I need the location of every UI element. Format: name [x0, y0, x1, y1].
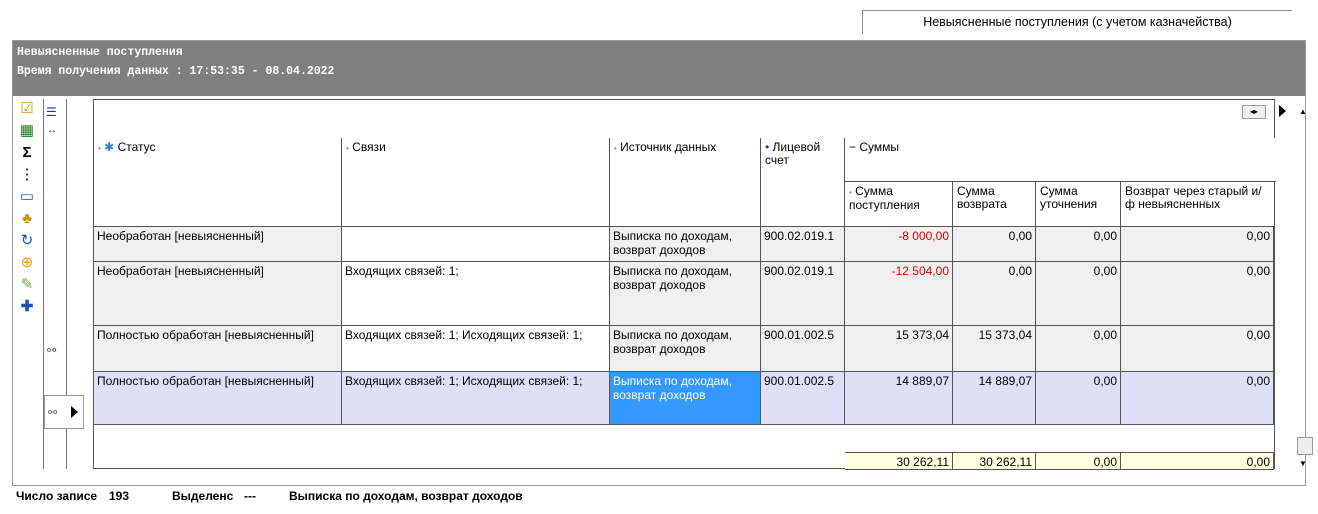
cell-links: Входящих связей: 1; Исходящих связей: 1; [342, 372, 610, 425]
row-indicator-gutter: ☰ ↔ ⚯ ⚯ [43, 99, 84, 469]
header-sums-label: Суммы [859, 140, 900, 154]
data-grid: ◂▸ • ✱ Статус • Связи • Источник данных … [93, 99, 1276, 470]
horizontal-scroll-arrows[interactable]: ◂▸ [1242, 105, 1266, 119]
window-icon[interactable]: ▭ [15, 187, 39, 207]
cell-sum-clar: 0,00 [1036, 227, 1121, 262]
total-sum-ret: 30 262,11 [953, 452, 1036, 470]
header-sum-clar[interactable]: Сумма уточнения [1036, 182, 1121, 227]
cell-sum-old: 0,00 [1121, 262, 1274, 326]
vertical-scrollbar[interactable]: ▲ ▼ [1297, 101, 1313, 471]
cell-sum-in: -12 504,00 [845, 262, 953, 326]
data-time: Время получения данных : 17:53:35 - 08.0… [17, 65, 335, 78]
bell-icon[interactable]: ♣ [15, 209, 39, 229]
sort-dot-icon: • [765, 140, 770, 154]
excel-icon[interactable]: ▦ [15, 121, 39, 141]
cell-sum-in: -8 000,00 [845, 227, 953, 262]
total-sum-clar: 0,00 [1036, 452, 1121, 470]
header-source[interactable]: • Источник данных [610, 138, 761, 227]
header-status-label: Статус [117, 140, 156, 154]
filter-icon: ✱ [104, 140, 115, 154]
cell-status: Полностью обработан [невыясненный] [94, 372, 342, 425]
cell-account: 900.01.002.5 [761, 372, 845, 425]
cell-source: Выписка по доходам, возврат доходов [610, 262, 761, 326]
header-source-label: Источник данных [620, 140, 717, 154]
status-bar: Число записе 193 Выделенс --- Выписка по… [12, 486, 1306, 508]
brush-icon[interactable]: ✎ [15, 275, 39, 295]
header-links[interactable]: • Связи [342, 138, 610, 227]
cell-sum-old: 0,00 [1121, 372, 1274, 425]
cell-status: Необработан [невыясненный] [94, 262, 342, 326]
cell-links: Входящих связей: 1; [342, 262, 610, 326]
sort-dot-icon: • [614, 144, 617, 153]
link-icon: ⚯ [48, 407, 58, 419]
cell-sum-clar: 0,00 [1036, 372, 1121, 425]
tree-icon[interactable]: ⋮ [15, 165, 39, 185]
cell-sum-old: 0,00 [1121, 326, 1274, 372]
header-account[interactable]: • Лицевой счет [761, 138, 845, 227]
header-sum-old[interactable]: Возврат через старый и/ф невыясненных [1121, 182, 1274, 227]
cell-status: Полностью обработан [невыясненный] [94, 326, 342, 372]
scroll-up-icon[interactable]: ▲ [1299, 107, 1307, 116]
header-sum-old-label: Возврат через старый и/ф невыясненных [1125, 184, 1262, 211]
expand-columns-icon[interactable]: ↔ [47, 125, 57, 136]
header-sum-in-label: Сумма поступления [849, 184, 920, 212]
refresh-icon[interactable]: ↻ [15, 231, 39, 251]
cell-account: 900.02.019.1 [761, 262, 845, 326]
cell-sum-old: 0,00 [1121, 227, 1274, 262]
panel-header: Невыясненные поступления Время получения… [13, 41, 1305, 96]
current-row-indicator: ⚯ [44, 395, 84, 429]
panel-title: Невыясненные поступления [17, 46, 183, 59]
column-chooser-icon[interactable]: ☰ [46, 105, 57, 119]
header-sum-ret-label: Сумма возврата [957, 184, 1007, 211]
sort-dot-icon: • [849, 188, 852, 197]
link-icon: ⚯ [47, 345, 57, 357]
add-icon[interactable]: ✚ [15, 297, 39, 317]
header-sum-ret[interactable]: Сумма возврата [953, 182, 1036, 227]
header-sum-clar-label: Сумма уточнения [1040, 184, 1098, 211]
scroll-thumb[interactable] [1297, 437, 1313, 455]
scroll-down-icon[interactable]: ▼ [1299, 459, 1307, 468]
cell-sum-ret: 0,00 [953, 262, 1036, 326]
header-sum-in[interactable]: • Сумма поступления [845, 182, 953, 227]
cell-sum-clar: 0,00 [1036, 326, 1121, 372]
checklist-icon[interactable]: ☑ [15, 99, 39, 119]
header-status[interactable]: • ✱ Статус [94, 138, 342, 227]
side-toolbar: ☑ ▦ Σ ⋮ ▭ ♣ ↻ ⊕ ✎ ✚ [13, 99, 43, 469]
cell-sum-in: 15 373,04 [845, 326, 953, 372]
selected-value: --- [244, 489, 256, 503]
cell-sum-clar: 0,00 [1036, 262, 1121, 326]
cell-source: Выписка по доходам, возврат доходов [610, 326, 761, 372]
cell-links [342, 227, 610, 262]
cell-sum-ret: 15 373,04 [953, 326, 1036, 372]
cell-links: Входящих связей: 1; Исходящих связей: 1; [342, 326, 610, 372]
total-sum-old: 0,00 [1121, 452, 1274, 470]
cell-sum-in: 14 889,07 [845, 372, 953, 425]
header-account-label: Лицевой счет [765, 140, 821, 167]
sort-dot-icon: • [98, 144, 101, 153]
current-row-arrow-icon [71, 406, 78, 421]
cell-sum-ret: 14 889,07 [953, 372, 1036, 425]
selected-label: Выделенс [172, 489, 234, 503]
total-sum-in: 30 262,11 [845, 452, 953, 470]
tab-unclear-receipts[interactable]: Невыясненные поступления (с учетом казна… [862, 10, 1292, 34]
cell-status: Необработан [невыясненный] [94, 227, 342, 262]
record-count-value: 193 [109, 489, 130, 503]
current-cell-value: Выписка по доходам, возврат доходов [289, 489, 523, 503]
cell-sum-ret: 0,00 [953, 227, 1036, 262]
top-tab-bar: Невыясненные поступления (с учетом казна… [0, 0, 1318, 40]
cell-source: Выписка по доходам, возврат доходов [610, 227, 761, 262]
grid-menu-arrow-icon[interactable] [1279, 105, 1286, 120]
collapse-icon: − [849, 140, 857, 154]
record-count-label: Число записе [16, 489, 98, 503]
lock-icon[interactable]: ⊕ [15, 253, 39, 273]
cell-account: 900.01.002.5 [761, 326, 845, 372]
report-panel: Невыясненные поступления Время получения… [12, 40, 1313, 486]
cell-source-focused[interactable]: Выписка по доходам, возврат доходов [610, 372, 761, 425]
header-links-label: Связи [352, 140, 386, 154]
cell-account: 900.02.019.1 [761, 227, 845, 262]
sum-icon[interactable]: Σ [15, 143, 39, 163]
sort-dot-icon: • [346, 144, 349, 153]
header-sums-group[interactable]: − Суммы [845, 138, 1276, 182]
